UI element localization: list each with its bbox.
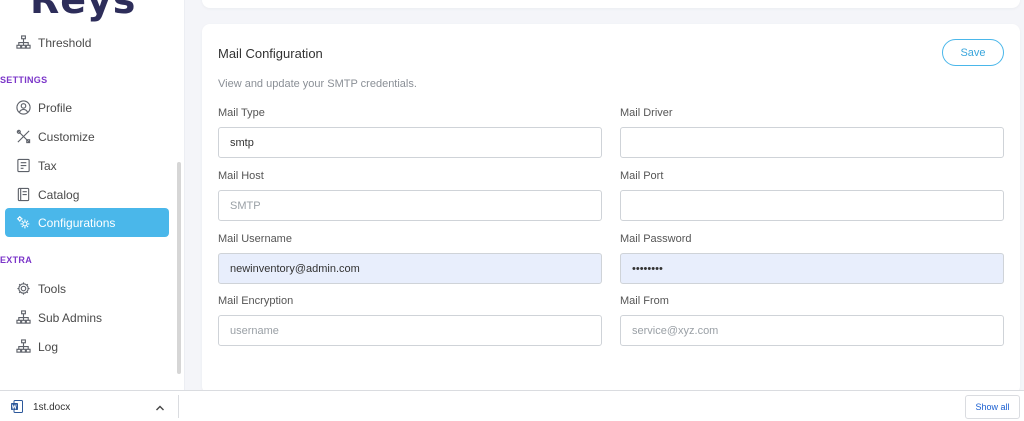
card-title: Mail Configuration [218,46,323,61]
mail-encryption-input[interactable] [218,315,602,346]
sidebar: Reys Threshold SETTINGS Profile Customiz… [0,0,185,390]
sidebar-item-tools[interactable]: Tools [5,274,169,303]
sidebar-item-label: Tax [38,158,57,173]
sidebar-item-sub-admins[interactable]: Sub Admins [5,303,169,332]
sidebar-item-label: Tools [38,281,67,296]
mail-from-label: Mail From [620,295,669,307]
sidebar-item-log[interactable]: Log [5,332,169,361]
mail-host-input[interactable] [218,190,602,221]
sitemap-icon [15,35,31,51]
sidebar-item-label: Catalog [38,187,80,202]
show-all-button[interactable]: Show all [965,395,1020,419]
mail-password-input[interactable] [620,253,1004,284]
chevron-up-icon[interactable] [154,401,166,413]
book-icon [15,187,31,203]
sidebar-item-tax[interactable]: Tax [5,151,169,180]
save-button[interactable]: Save [942,39,1004,66]
mail-type-input[interactable] [218,127,602,158]
mail-password-label: Mail Password [620,233,692,245]
receipt-icon [15,158,31,174]
mail-port-input[interactable] [620,190,1004,221]
mail-host-label: Mail Host [218,170,264,182]
sidebar-item-label: Customize [38,129,95,144]
sidebar-item-configurations[interactable]: Configurations [5,208,169,237]
mail-username-label: Mail Username [218,233,292,245]
sidebar-item-customize[interactable]: Customize [5,122,169,151]
mail-type-label: Mail Type [218,107,265,119]
sidebar-item-label: Log [38,339,59,354]
mail-driver-input[interactable] [620,127,1004,158]
download-bar: 1st.docx Show all [0,390,1024,421]
word-doc-icon [11,400,23,413]
mail-username-input[interactable] [218,253,602,284]
sidebar-item-profile[interactable]: Profile [5,93,169,122]
mail-configuration-card: Mail Configuration Save View and update … [202,24,1020,394]
sidebar-item-label: Sub Admins [38,310,103,325]
sidebar-item-catalog[interactable]: Catalog [5,180,169,209]
tools-cross-icon [15,129,31,145]
mail-encryption-label: Mail Encryption [218,295,294,307]
sidebar-item-label: Threshold [38,35,92,50]
sidebar-item-threshold[interactable]: Threshold [5,28,169,57]
sidebar-scrollbar[interactable] [177,162,181,374]
app-logo: Reys [30,0,137,22]
previous-card [202,0,1020,8]
download-file-name[interactable]: 1st.docx [33,402,70,413]
mail-driver-label: Mail Driver [620,107,673,119]
section-label-settings: SETTINGS [0,75,48,85]
sidebar-item-label: Configurations [38,215,116,230]
download-bar-separator [178,395,179,418]
gear-icon [15,281,31,297]
sidebar-item-label: Profile [38,100,73,115]
card-subtitle: View and update your SMTP credentials. [218,78,417,90]
section-label-extra: EXTRA [0,255,33,265]
user-circle-icon [15,100,31,116]
sitemap-icon [15,339,31,355]
cogs-icon [15,215,31,231]
sitemap-icon [15,310,31,326]
mail-port-label: Mail Port [620,170,664,182]
mail-from-input[interactable] [620,315,1004,346]
